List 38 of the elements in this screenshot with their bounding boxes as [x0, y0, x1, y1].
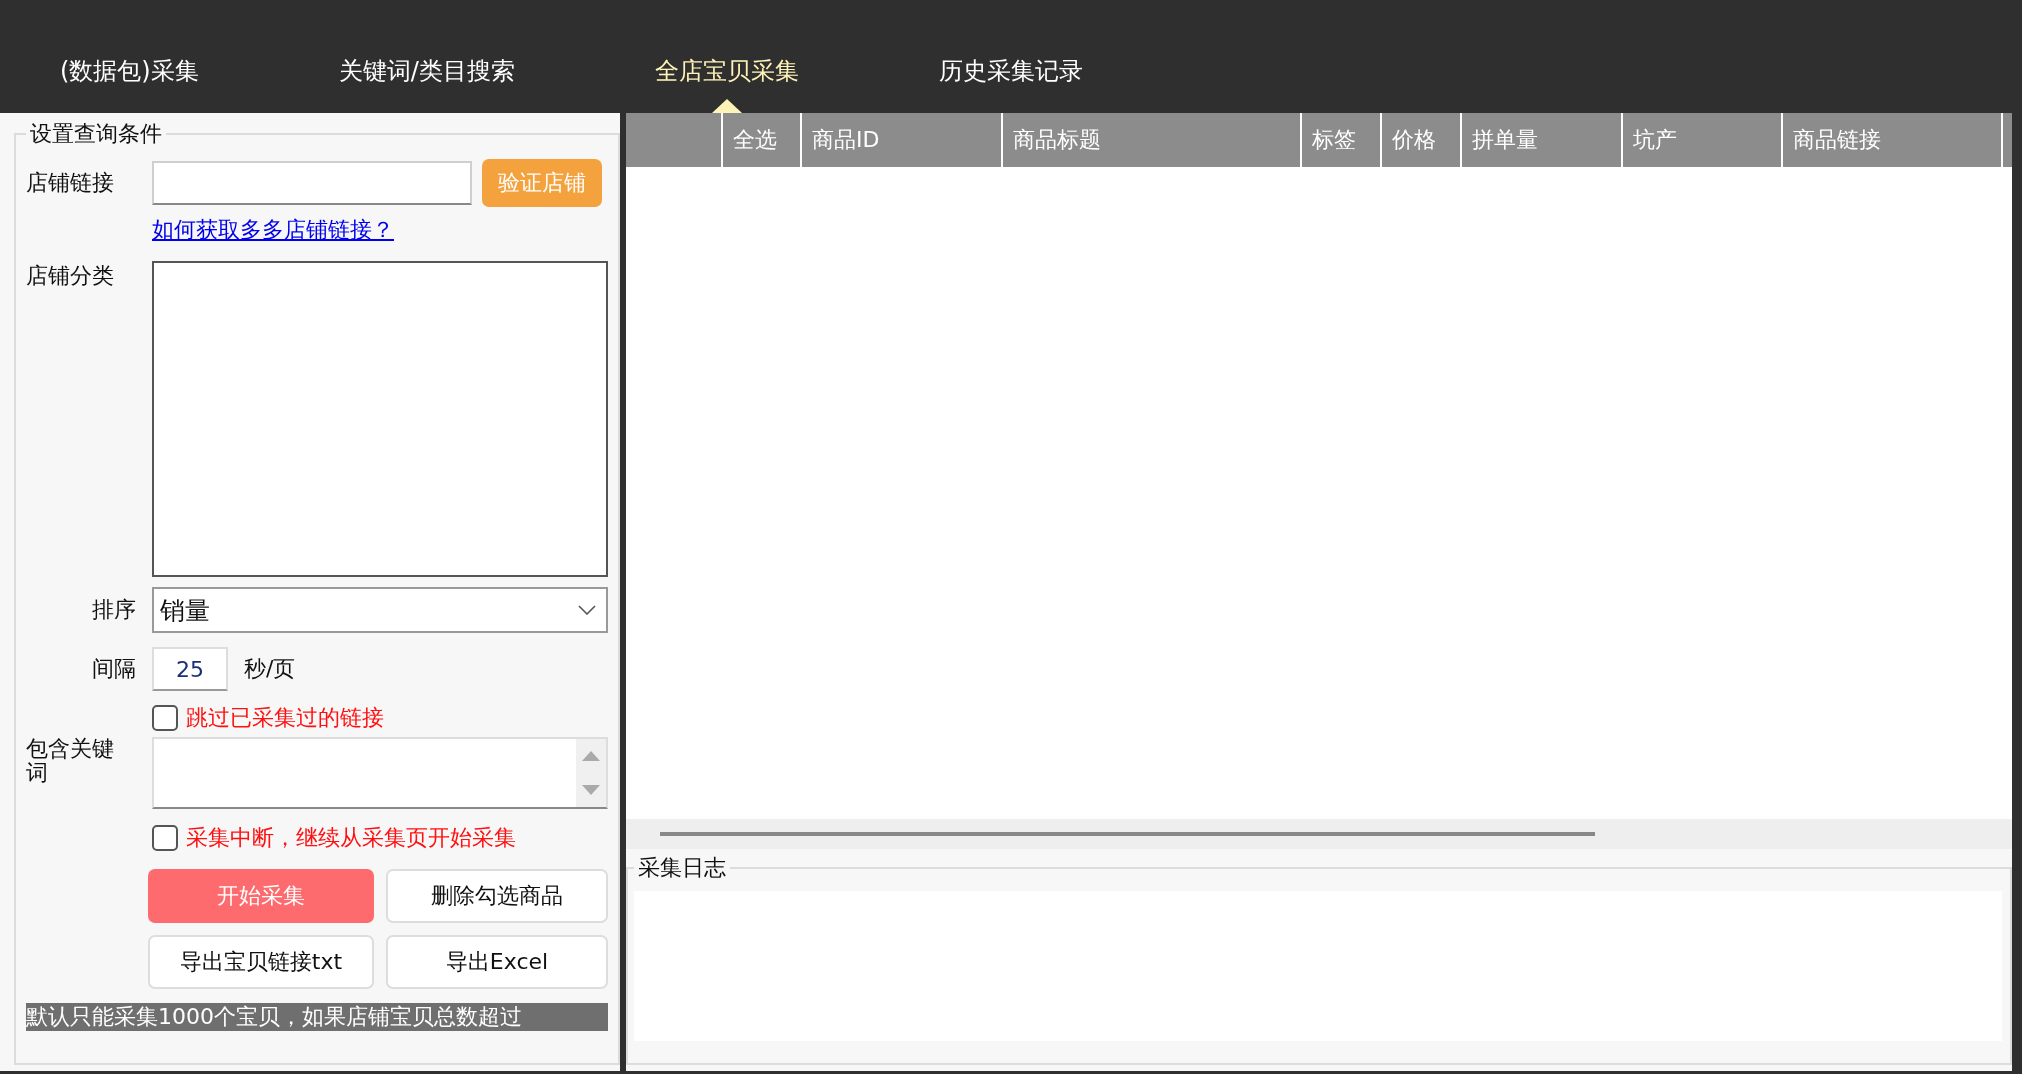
- column-header: 商品标题: [1003, 113, 1302, 167]
- keyword-field[interactable]: [152, 737, 608, 809]
- field-label: 排序: [91, 596, 136, 624]
- unit-label: 秒/页: [244, 655, 296, 683]
- column-header: 拼单量: [1462, 113, 1623, 167]
- field-label: 间隔: [91, 655, 136, 683]
- checkbox-label: 跳过已采集过的链接: [186, 704, 384, 732]
- category-list[interactable]: [152, 261, 608, 577]
- column-header: 商品ID: [802, 113, 1003, 167]
- nav-tab[interactable]: 全店宝贝采集: [634, 55, 819, 113]
- checkbox-label: 采集中断，继续从采集页开始采集: [186, 824, 516, 852]
- help-link[interactable]: 如何获取多多店铺链接？: [152, 215, 394, 245]
- column-header: 商品链接: [1783, 113, 2003, 167]
- panel-title: 设置查询条件: [29, 120, 163, 148]
- horizontal-scrollbar[interactable]: [626, 819, 2012, 849]
- nav-tab[interactable]: 历史采集记录: [918, 55, 1103, 113]
- shop-link-field[interactable]: [152, 161, 472, 205]
- action-button[interactable]: 导出宝贝链接txt: [148, 935, 374, 989]
- nav-tab[interactable]: (数据包)采集: [40, 55, 219, 113]
- panel-title: 采集日志: [637, 854, 727, 882]
- up-arrow-icon[interactable]: [582, 751, 600, 761]
- field-label: 店铺分类: [26, 262, 115, 290]
- column-header: 坑产: [1623, 113, 1783, 167]
- checkbox[interactable]: [152, 825, 178, 851]
- column-header: 价格: [1382, 113, 1462, 167]
- field-label: 店铺链接: [26, 169, 115, 197]
- action-button[interactable]: 导出Excel: [386, 935, 608, 989]
- down-arrow-icon[interactable]: [582, 785, 600, 795]
- sort-dropdown[interactable]: 销量: [152, 587, 608, 633]
- nav-tab[interactable]: 关键词/类目搜索: [318, 55, 535, 113]
- checkbox[interactable]: [152, 705, 178, 731]
- column-header: 全选: [723, 113, 802, 167]
- field-label: 包含关键词: [26, 737, 115, 785]
- interval-field[interactable]: 25: [152, 647, 228, 691]
- action-button[interactable]: 删除勾选商品: [386, 869, 608, 923]
- column-header: 标签: [1302, 113, 1382, 167]
- notice-text: 默认只能采集1000个宝贝，如果店铺宝贝总数超过: [26, 1003, 608, 1031]
- chevron-down-icon: [578, 605, 596, 615]
